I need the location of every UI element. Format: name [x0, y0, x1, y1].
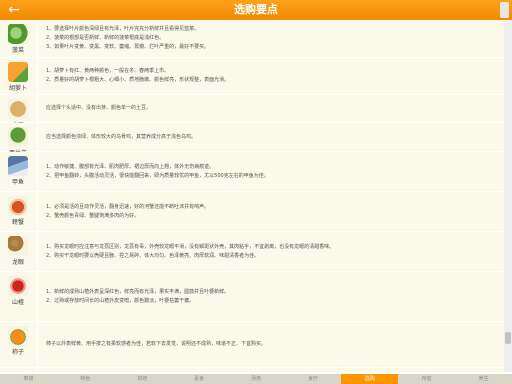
description-line: 应当选择颜色浓绿、体形较大的乌骨鸡，其营养成分高于浅色乌鸡。	[46, 134, 197, 140]
top-bar: ← 选购要点	[0, 0, 512, 20]
description-line: 2、过熟或存放时间长的山楂外皮变暗，颜色黯淡，叶梗枯萎干瘪。	[46, 298, 195, 304]
tab-2[interactable]: 烘焙	[114, 374, 171, 384]
potato-icon	[8, 99, 28, 119]
description-line: 柿子以外表鲜黄、用手按之有柔软感者为佳，若软下去发觉，说明还不成熟，味道不正、下…	[46, 341, 267, 347]
item-description: 1、必须是活的且动作灵活，翻身迅速，好的河蟹还能不断吐沫并有响声。 2、蟹壳颜色青…	[46, 203, 498, 221]
persimmon-icon	[8, 326, 28, 346]
tab-5[interactable]: 食疗	[284, 374, 341, 384]
item-name: 柿子	[11, 349, 24, 356]
list-item[interactable]: 甲鱼 1、动作敏捷、腹部有光泽、肌肉肥厚、裙边厚而向上翘，体外无伤病痕迹。 2、把甲…	[0, 152, 504, 192]
column-divider	[37, 322, 38, 367]
column-divider	[37, 95, 38, 122]
item-name: 山楂	[11, 299, 24, 306]
menu-button[interactable]	[500, 2, 509, 18]
description-line: 2、质量好的胡萝卜根粗大、心细小、质地脆嫩、颜色鲜亮，形状规整，表面光滑。	[46, 77, 230, 83]
item-description: 1、胡萝卜有红、黄两种颜色，一般在冬、春两季上市。 2、质量好的胡萝卜根粗大、心细…	[46, 67, 498, 85]
item-name: 龙眼	[11, 259, 24, 266]
item-description: 应当选择颜色浓绿、体形较大的乌骨鸡，其营养成分高于浅色乌鸡。	[46, 133, 498, 142]
hawthorn-icon	[8, 276, 28, 296]
scrollbar[interactable]	[504, 20, 512, 372]
column-divider	[37, 192, 38, 231]
tab-6[interactable]: 选购	[341, 374, 399, 384]
cabbage-icon	[8, 24, 28, 44]
tips-list[interactable]: 菠菜 1、要选择叶片颜色深绿且有光泽，叶片完充分新鲜并且看得见蓝菜。 2、菠菜的根部…	[0, 20, 504, 372]
tab-3[interactable]: 素食	[171, 374, 228, 384]
list-item[interactable]: 螃蟹 1、必须是活的且动作灵活，翻身迅速，好的河蟹还能不断吐沫并有响声。 2、蟹壳颜…	[0, 192, 504, 232]
item-description: 1、新鲜的成熟山楂外表呈深红色，鲜亮而有光泽，果实丰满，圆鼓并且叶梗新鲜。 2、过…	[46, 288, 498, 306]
item-description: 柿子以外表鲜黄、用手按之有柔软感者为佳，若软下去发觉，说明还不成熟，味道不正、下…	[46, 340, 498, 349]
list-item[interactable]: 龙眼 1、购买龙眼时应注意与龙荔区别，龙荔有毒，外壳较龙眼平滑，没有鳞斑状外壳，其…	[0, 232, 504, 272]
list-item[interactable]: 胡萝卜 1、胡萝卜有红、黄两种颜色，一般在冬、春两季上市。 2、质量好的胡萝卜根粗大…	[0, 58, 504, 95]
item-description: 1、动作敏捷、腹部有光泽、肌肉肥厚、裙边厚而向上翘，体外无伤病痕迹。 2、把甲鱼翻…	[46, 163, 498, 181]
column-divider	[37, 232, 38, 271]
description-line: 1、新鲜的成熟山楂外表呈深红色，鲜亮而有光泽，果实丰满，圆鼓并且叶梗新鲜。	[46, 289, 230, 295]
scrollbar-thumb[interactable]	[505, 332, 511, 344]
description-line: 应选择个头适中、没有出芽、颜色单一的土豆。	[46, 105, 152, 111]
item-name: 胡萝卜	[8, 85, 27, 92]
description-line: 3、如果叶片变黄、变黑、变软、萎缩、蔫瓣、烂叶严重的，最好不要买。	[46, 44, 210, 50]
description-line: 2、把甲鱼翻转，头腹活动灵活，很快能翻回来，即为质量较优的甲鱼，尤以500克左右…	[46, 173, 269, 179]
description-line: 2、购买干龙眼时要以壳硬且脆、捏之易碎、体大均匀、色泽黄亮、肉厚软润、味甜清香者…	[46, 253, 260, 259]
item-description: 1、要选择叶片颜色深绿且有光泽，叶片完充分新鲜并且看得见蓝菜。 2、菠菜的根部是否…	[46, 25, 498, 52]
description-line: 1、必须是活的且动作灵活，翻身迅速，好的河蟹还能不断吐沫并有响声。	[46, 204, 210, 210]
list-item[interactable]: 柿子 柿子以外表鲜黄、用手按之有柔软感者为佳，若软下去发觉，说明还不成熟，味道不正…	[0, 322, 504, 368]
item-description: 1、购买龙眼时应注意与龙荔区别，龙荔有毒，外壳较龙眼平滑，没有鳞斑状外壳，其肉粘…	[46, 243, 498, 261]
column-divider	[37, 58, 38, 94]
column-divider	[37, 152, 38, 191]
tab-8[interactable]: 养生	[455, 374, 512, 384]
page-title: 选购要点	[234, 3, 278, 16]
list-item[interactable]: 山楂 1、新鲜的成熟山楂外表呈深红色，鲜亮而有光泽，果实丰满，圆鼓并且叶梗新鲜。 2…	[0, 272, 504, 322]
list-item[interactable]: 菠菜 1、要选择叶片颜色深绿且有光泽，叶片完充分新鲜并且看得见蓝菜。 2、菠菜的根部…	[0, 20, 504, 58]
column-divider	[37, 123, 38, 151]
bottom-tab-bar: 菜谱 特色 烘焙 素食 汤类 食疗 选购 存放 养生	[0, 374, 512, 384]
description-line: 1、购买龙眼时应注意与龙荔区别，龙荔有毒，外壳较龙眼平滑，没有鳞斑状外壳，其肉粘…	[46, 244, 335, 250]
item-name: 螃蟹	[11, 219, 24, 226]
list-item[interactable]: 西兰花应当选择颜色浓绿、体形较大的乌骨鸡，其营养成分高于浅色乌鸡。	[0, 123, 504, 157]
column-divider	[37, 272, 38, 321]
description-line: 2、菠菜的根部是否新鲜、新鲜的菠菜根底是浅红色。	[46, 35, 165, 41]
description-line: 1、动作敏捷、腹部有光泽、肌肉肥厚、裙边厚而向上翘，体外无伤病痕迹。	[46, 164, 215, 170]
description-line: 2、蟹壳颜色青绿、蟹腿饱满多肉的为好。	[46, 213, 140, 219]
description-line: 1、要选择叶片颜色深绿且有光泽，叶片完充分新鲜并且看得见蓝菜。	[46, 26, 200, 32]
tab-1[interactable]: 特色	[57, 374, 114, 384]
tab-4[interactable]: 汤类	[228, 374, 285, 384]
fish-icon	[8, 156, 28, 176]
item-name: 甲鱼	[11, 179, 24, 186]
column-divider	[37, 20, 38, 57]
tab-7[interactable]: 存放	[398, 374, 455, 384]
broccoli-icon	[8, 127, 28, 147]
carrot-icon	[8, 62, 28, 82]
item-description: 应选择个头适中、没有出芽、颜色单一的土豆。	[46, 104, 498, 113]
tab-0[interactable]: 菜谱	[0, 374, 57, 384]
item-name: 菠菜	[11, 47, 24, 54]
longan-icon	[8, 236, 28, 256]
list-item[interactable]: 土豆应选择个头适中、没有出芽、颜色单一的土豆。	[0, 95, 504, 129]
crab-icon	[8, 196, 28, 216]
description-line: 1、胡萝卜有红、黄两种颜色，一般在冬、春两季上市。	[46, 68, 170, 74]
